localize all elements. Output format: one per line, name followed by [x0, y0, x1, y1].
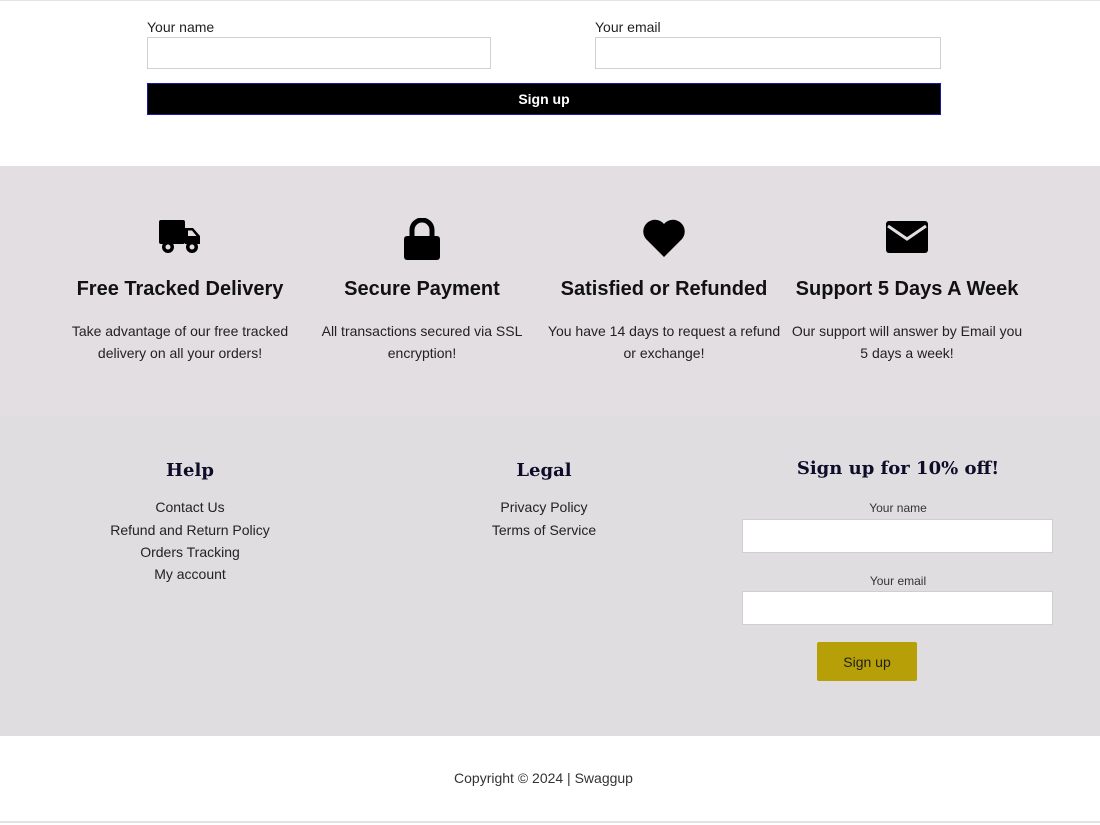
email-label: Your email [595, 19, 661, 35]
feature-title: Support 5 Days A Week [795, 278, 1019, 300]
feature-description: You have 14 days to request a refund or … [547, 323, 781, 361]
top-signup-form: Your name Your email Sign up [0, 0, 1100, 167]
feature-description: Take advantage of our free tracked deliv… [71, 323, 289, 361]
footer-email-input[interactable] [742, 591, 1053, 625]
signup-button[interactable]: Sign up [147, 83, 941, 115]
footer-link-orders-tracking[interactable]: Orders Tracking [60, 544, 320, 560]
email-input[interactable] [595, 37, 941, 69]
footer-link-my-account[interactable]: My account [60, 566, 320, 582]
footer-signup-button[interactable]: Sign up [817, 642, 917, 681]
heart-icon [543, 218, 785, 258]
feature-title: Secure Payment [344, 278, 500, 300]
footer: Help Contact Us Refund and Return Policy… [0, 416, 1100, 736]
feature-title: Satisfied or Refunded [560, 278, 768, 300]
feature-title: Free Tracked Delivery [76, 278, 284, 300]
footer-name-label: Your name [869, 501, 927, 515]
footer-name-input[interactable] [742, 519, 1053, 553]
footer-email-label: Your email [869, 574, 927, 588]
divider [0, 821, 1100, 823]
lock-icon [301, 218, 543, 260]
legal-title: Legal [516, 460, 572, 481]
footer-link-terms[interactable]: Terms of Service [414, 522, 674, 538]
features-section: Free Tracked Delivery Take advantage of … [0, 166, 1100, 416]
name-label: Your name [147, 19, 215, 35]
help-title: Help [166, 460, 214, 481]
feature-description: All transactions secured via SSL encrypt… [321, 323, 523, 361]
signup-title: Sign up for 10% off! [796, 458, 1000, 479]
name-input[interactable] [147, 37, 491, 69]
bottom-bar: Copyright © 2024 | Swaggup [0, 736, 1100, 825]
feature-description: Our support will answer by Email you 5 d… [791, 323, 1023, 361]
footer-link-contact[interactable]: Contact Us [60, 499, 320, 515]
envelope-icon [786, 218, 1028, 258]
truck-icon [59, 218, 301, 258]
footer-link-refund-policy[interactable]: Refund and Return Policy [60, 522, 320, 538]
footer-link-privacy-policy[interactable]: Privacy Policy [414, 499, 674, 515]
copyright-text: Copyright © 2024 | Swaggup [454, 770, 633, 786]
